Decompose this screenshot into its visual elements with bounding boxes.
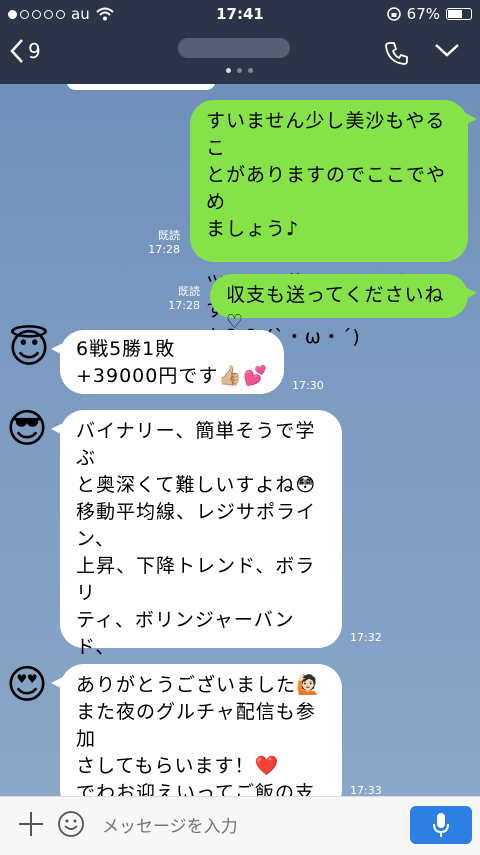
message-meta: 既読 17:28 [150,285,200,313]
message-bubble-received[interactable]: 6戦5勝1敗 +39000円です👍🏼💕 [51,330,284,394]
chat-area[interactable]: すいません少し美沙もやるこ とがありますのでここでやめ ましょう♪ ツールは使い… [0,84,480,796]
chevron-left-icon [10,39,23,63]
message-time: 17:30 [292,379,324,392]
back-button[interactable]: 9 [10,38,41,64]
read-receipt: 既読 [158,229,180,242]
microphone-icon [433,813,449,837]
message-time: 17:32 [350,631,382,644]
message-bubble-received[interactable]: ありがとうございました🙋🏻 また夜のグルチャ配信も参加 さしてもらいます！❤️ … [51,664,342,796]
message-bubble-received[interactable]: バイナリー、簡単そうで学ぶ と奥深くて難しいすよね😳 移動平均線、レジサポライン… [51,410,342,793]
avatar-emoji-icon: 😍 [6,662,48,708]
message-input-bar [0,796,480,855]
avatar-emoji-icon: 😇 [8,326,50,372]
chat-header: 9 [0,28,480,84]
unread-count: 9 [28,39,41,63]
battery-percent: 67% [406,5,440,23]
contact-name-redacted [178,38,290,58]
status-bar: au 17:41 67% [0,0,480,28]
rotation-lock-icon [386,7,401,21]
message-time: 17:33 [350,784,382,796]
partial-message-bubble [66,84,216,90]
avatar[interactable]: 😇 [4,324,54,374]
page-indicator [226,68,253,73]
message-input[interactable] [100,813,394,841]
plus-icon[interactable] [16,809,46,839]
message-bubble-sent[interactable]: すいません少し美沙もやるこ とがありますのでここでやめ ましょう♪ ツールは使い… [190,100,477,348]
avatar[interactable]: 😍 [2,660,52,710]
emoji-icon[interactable] [56,809,86,839]
status-right: 67% [386,5,472,23]
message-time: 17:28 [148,243,180,256]
avatar[interactable]: 😎 [2,404,52,454]
message-time: 17:28 [168,299,200,312]
voice-input-button[interactable] [410,806,472,844]
message-bubble-sent[interactable]: 収支も送ってくださいね♡ [210,274,477,333]
read-receipt: 既読 [178,285,200,298]
chevron-down-icon[interactable] [434,42,460,58]
phone-icon[interactable] [384,40,410,66]
message-meta: 既読 17:28 [130,229,180,257]
battery-icon [446,8,472,20]
avatar-emoji-icon: 😎 [6,406,48,452]
